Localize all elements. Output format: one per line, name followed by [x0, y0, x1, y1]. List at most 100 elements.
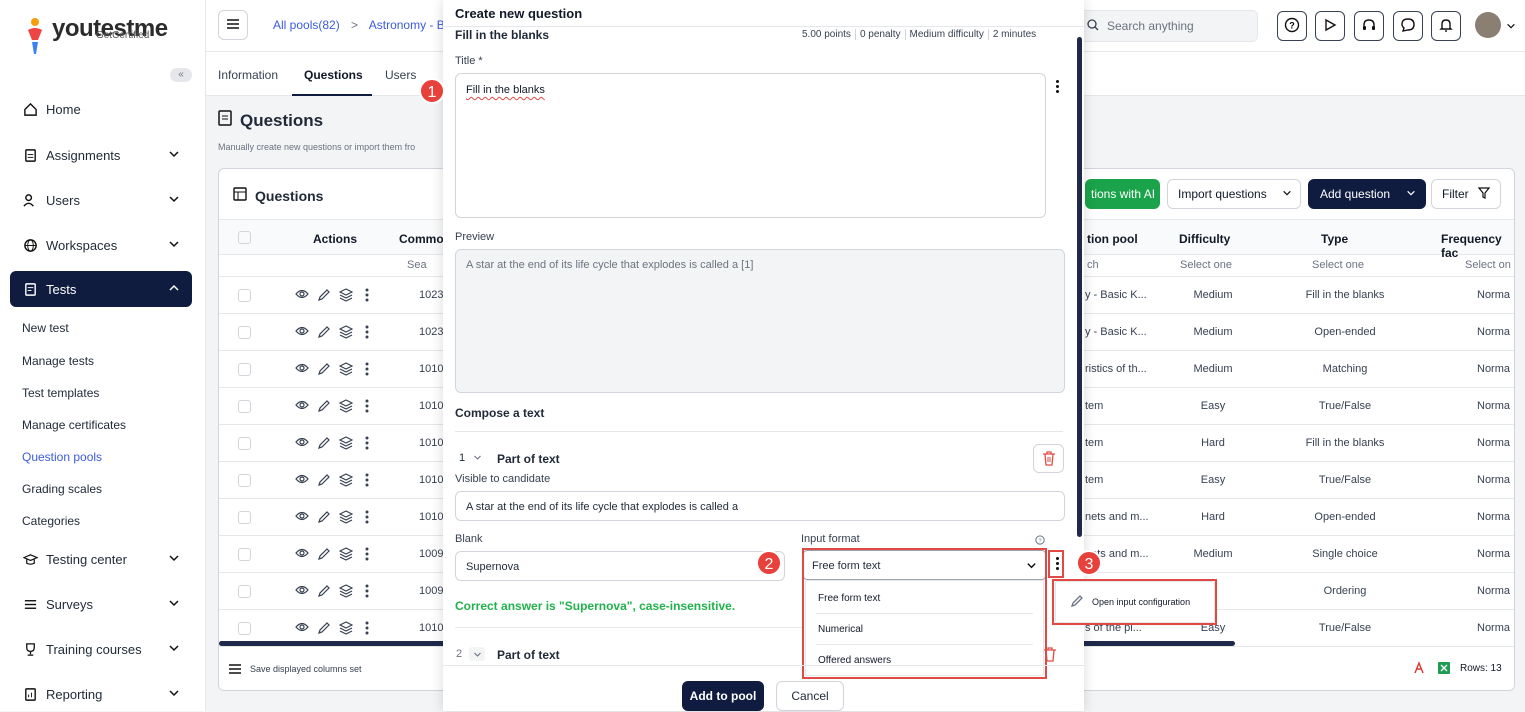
import-questions-button[interactable]: Import questions — [1167, 179, 1301, 209]
eye-icon[interactable] — [295, 510, 309, 527]
visible-text-input[interactable]: A star at the end of its life cycle that… — [455, 491, 1065, 521]
row-checkbox[interactable] — [238, 548, 251, 561]
pencil-icon[interactable] — [317, 473, 331, 490]
breadcrumb-current[interactable]: Astronomy - B — [369, 18, 445, 32]
cancel-button[interactable]: Cancel — [776, 681, 844, 711]
row-checkbox[interactable] — [238, 363, 251, 376]
layers-icon[interactable] — [338, 436, 354, 453]
pencil-icon[interactable] — [317, 399, 331, 416]
more-vertical-icon[interactable] — [365, 473, 369, 490]
more-vertical-icon[interactable] — [365, 621, 369, 638]
nav-testing-center[interactable]: Testing center — [10, 541, 192, 577]
more-vertical-icon[interactable] — [365, 584, 369, 601]
support-button[interactable] — [1354, 11, 1384, 41]
chevron-down-icon[interactable] — [473, 451, 482, 465]
chat-button[interactable] — [1393, 11, 1423, 41]
select-all-checkbox[interactable] — [238, 231, 251, 244]
row-checkbox[interactable] — [238, 474, 251, 487]
pencil-icon[interactable] — [317, 584, 331, 601]
nav-training-courses[interactable]: Training courses — [10, 631, 192, 667]
eye-icon[interactable] — [295, 325, 309, 342]
row-checkbox[interactable] — [238, 326, 251, 339]
layers-icon[interactable] — [338, 288, 354, 305]
more-vertical-icon[interactable] — [365, 547, 369, 564]
pencil-icon[interactable] — [317, 325, 331, 342]
nav-tests[interactable]: Tests — [10, 271, 192, 307]
breadcrumb-all-pools[interactable]: All pools(82) — [273, 18, 340, 32]
more-vertical-icon[interactable] — [365, 288, 369, 305]
add-question-button[interactable]: Add question — [1308, 179, 1426, 209]
layers-icon[interactable] — [338, 473, 354, 490]
more-vertical-icon[interactable] — [365, 399, 369, 416]
more-vertical-icon[interactable] — [365, 436, 369, 453]
subnav-question-pools[interactable]: Question pools — [22, 450, 102, 464]
col-difficulty[interactable]: Difficulty — [1179, 232, 1230, 246]
pool-filter-input[interactable]: ch — [1087, 259, 1099, 271]
modal-scrollbar[interactable] — [1077, 37, 1082, 537]
layers-icon[interactable] — [338, 547, 354, 564]
col-common[interactable]: Commo — [399, 232, 444, 246]
col-pool[interactable]: tion pool — [1087, 232, 1138, 246]
nav-surveys[interactable]: Surveys — [10, 586, 192, 622]
more-vertical-icon[interactable] — [365, 325, 369, 342]
eye-icon[interactable] — [295, 547, 309, 564]
eye-icon[interactable] — [295, 473, 309, 490]
tab-information[interactable]: Information — [218, 68, 278, 82]
type-filter-select[interactable]: Select one — [1312, 259, 1364, 271]
global-search-input[interactable]: Search anything — [1076, 10, 1258, 42]
nav-workspaces[interactable]: Workspaces — [10, 227, 192, 263]
col-type[interactable]: Type — [1321, 232, 1348, 246]
subnav-categories[interactable]: Categories — [22, 514, 80, 528]
row-checkbox[interactable] — [238, 622, 251, 635]
layers-icon[interactable] — [338, 362, 354, 379]
nav-assignments[interactable]: Assignments — [10, 137, 192, 173]
add-to-pool-button[interactable]: Add to pool — [682, 681, 764, 711]
subnav-new-test[interactable]: New test — [22, 321, 69, 335]
eye-icon[interactable] — [295, 584, 309, 601]
more-vertical-icon[interactable] — [365, 362, 369, 379]
title-more-icon[interactable] — [1056, 80, 1059, 93]
delete-part1-button[interactable] — [1033, 444, 1064, 473]
layers-icon[interactable] — [338, 510, 354, 527]
pencil-icon[interactable] — [317, 547, 331, 564]
user-avatar[interactable] — [1475, 12, 1501, 38]
eye-icon[interactable] — [295, 399, 309, 416]
row-checkbox[interactable] — [238, 437, 251, 450]
pencil-icon[interactable] — [317, 362, 331, 379]
excel-export-icon[interactable] — [1437, 661, 1451, 678]
eye-icon[interactable] — [295, 362, 309, 379]
pencil-icon[interactable] — [317, 510, 331, 527]
difficulty-filter-select[interactable]: Select one — [1180, 259, 1232, 271]
menu-toggle-button[interactable] — [218, 10, 248, 40]
ai-questions-button[interactable]: tions with AI — [1085, 179, 1160, 209]
save-columns-link[interactable]: Save displayed columns set — [250, 664, 362, 674]
filter-button[interactable]: Filter — [1431, 179, 1501, 209]
subnav-manage-tests[interactable]: Manage tests — [22, 354, 94, 368]
frequency-filter-select[interactable]: Select on — [1465, 259, 1511, 271]
row-checkbox[interactable] — [238, 400, 251, 413]
pdf-export-icon[interactable] — [1413, 661, 1425, 678]
layers-icon[interactable] — [338, 584, 354, 601]
subnav-manage-certificates[interactable]: Manage certificates — [22, 418, 126, 432]
title-editor[interactable]: Fill in the blanks — [455, 73, 1046, 218]
notifications-button[interactable] — [1431, 11, 1461, 41]
pencil-icon[interactable] — [317, 621, 331, 638]
layers-icon[interactable] — [338, 399, 354, 416]
info-icon[interactable]: ? — [1035, 534, 1045, 548]
more-vertical-icon[interactable] — [365, 510, 369, 527]
row-checkbox[interactable] — [238, 585, 251, 598]
row-checkbox[interactable] — [238, 289, 251, 302]
subnav-test-templates[interactable]: Test templates — [22, 386, 99, 400]
play-button[interactable] — [1315, 11, 1345, 41]
nav-users[interactable]: Users — [10, 182, 192, 218]
chevron-down-icon[interactable] — [1506, 20, 1516, 34]
eye-icon[interactable] — [295, 621, 309, 638]
part1-number[interactable]: 1 — [459, 452, 465, 464]
tab-questions[interactable]: Questions — [304, 68, 363, 82]
eye-icon[interactable] — [295, 288, 309, 305]
collapse-sidebar-button[interactable]: « — [170, 68, 192, 82]
common-filter-input[interactable]: Sea — [407, 259, 427, 271]
eye-icon[interactable] — [295, 436, 309, 453]
layers-icon[interactable] — [338, 325, 354, 342]
subnav-grading-scales[interactable]: Grading scales — [22, 482, 102, 496]
